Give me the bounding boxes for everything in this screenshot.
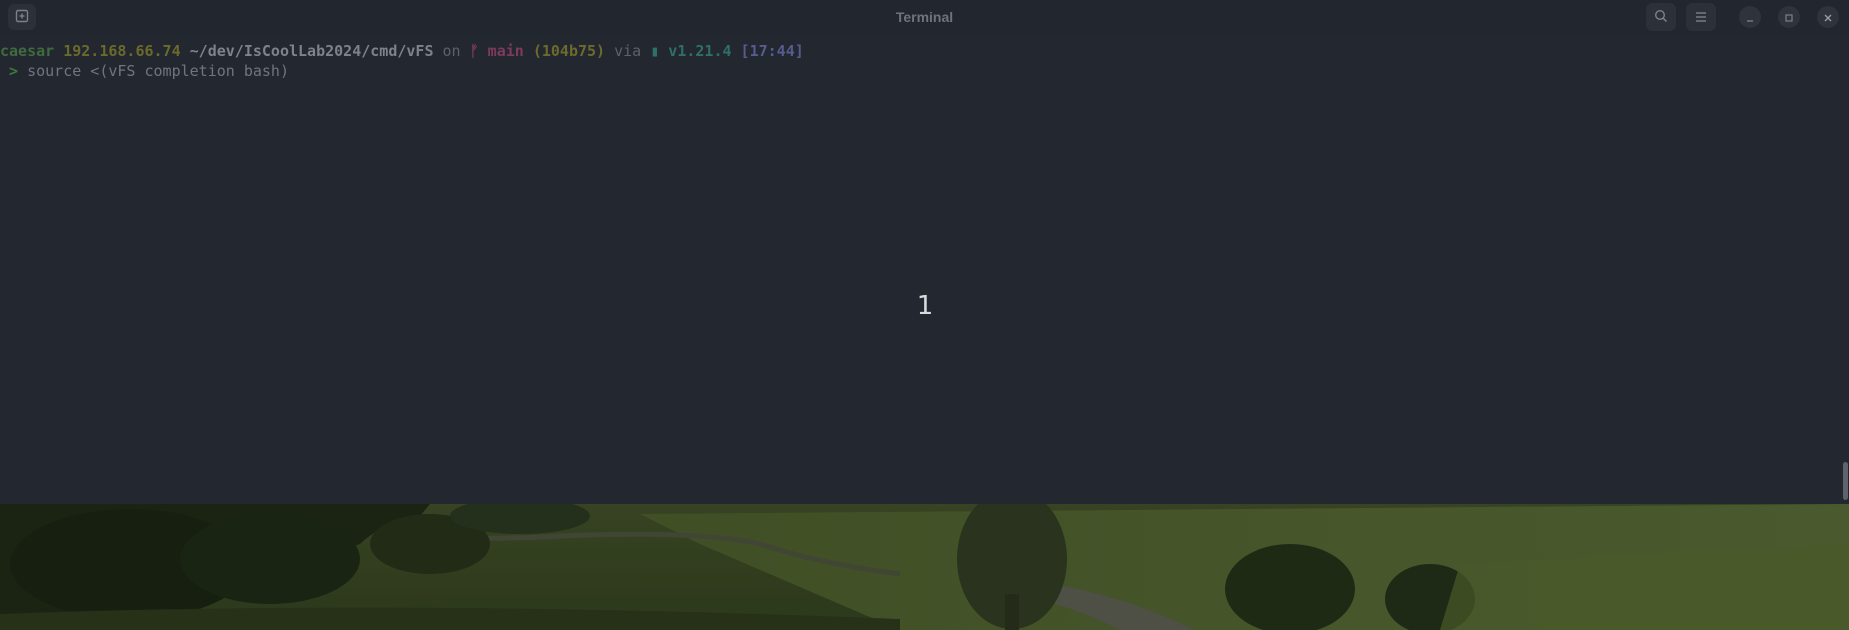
menu-button[interactable] xyxy=(1686,3,1716,31)
hamburger-menu-icon xyxy=(1694,8,1708,27)
search-icon xyxy=(1654,8,1668,27)
minimize-icon xyxy=(1745,8,1755,27)
maximize-button[interactable] xyxy=(1778,6,1800,28)
desktop-wallpaper xyxy=(0,504,1849,630)
prompt-on-word: on xyxy=(442,42,461,60)
prompt-branch: main xyxy=(487,42,524,60)
close-button[interactable] xyxy=(1817,6,1839,28)
terminal-window: Terminal caesar 192.168.66.74 ~/dev/IsCo… xyxy=(0,0,1849,630)
prompt-commit: (104b75) xyxy=(532,42,606,60)
minimize-button[interactable] xyxy=(1739,6,1761,28)
scrollbar[interactable] xyxy=(1843,462,1848,500)
go-icon: ▮ xyxy=(650,42,660,60)
wallpaper-landscape-image xyxy=(0,504,1849,630)
prompt-time: [17:44] xyxy=(740,42,804,60)
header-bar: Terminal xyxy=(0,0,1849,34)
prompt-path: ~/dev/IsCoolLab2024/cmd/vFS xyxy=(189,42,434,60)
terminal-output[interactable]: caesar 192.168.66.74 ~/dev/IsCoolLab2024… xyxy=(0,34,1849,504)
git-branch-icon: ᚠ xyxy=(469,42,479,60)
maximize-icon xyxy=(1784,8,1794,27)
search-button[interactable] xyxy=(1646,3,1676,31)
prompt-line: caesar 192.168.66.74 ~/dev/IsCoolLab2024… xyxy=(0,41,804,61)
command-line: > source <(vFS completion bash) xyxy=(0,61,289,81)
prompt-ip: 192.168.66.74 xyxy=(63,42,181,60)
prompt-char: > xyxy=(9,62,19,80)
prompt-go-version: v1.21.4 xyxy=(668,42,732,60)
command-text: source <(vFS completion bash) xyxy=(27,62,289,80)
prompt-via-word: via xyxy=(614,42,642,60)
close-icon xyxy=(1823,8,1833,27)
window-title: Terminal xyxy=(895,9,954,25)
overlay-number: 1 xyxy=(916,291,934,321)
prompt-user: caesar xyxy=(0,42,55,60)
